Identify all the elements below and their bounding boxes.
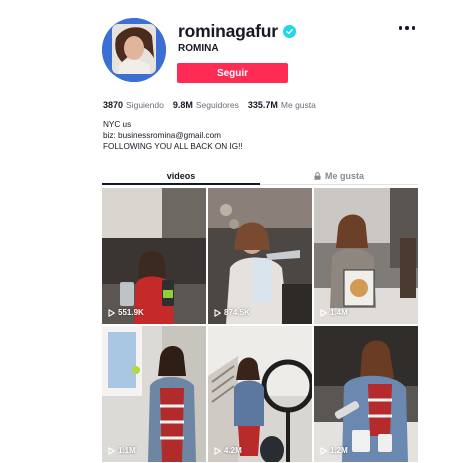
stat-value: 9.8M (172, 100, 193, 110)
view-count-text: 1.2M (330, 446, 348, 455)
video-thumbnail[interactable]: 1.4M (314, 188, 418, 324)
stat-label: Siguiendo (126, 100, 164, 110)
likes-count: 335.7M Me gusta (248, 100, 316, 110)
username: rominagafur (178, 21, 278, 41)
video-grid: 551.9K 874.5K 1.4M 1.1M 4.2M 1.2M (102, 188, 418, 462)
stat-value: 3870 (103, 100, 124, 110)
more-options-icon[interactable] (396, 22, 418, 34)
follow-button[interactable]: Seguir (177, 63, 288, 83)
avatar (102, 18, 166, 82)
view-count: 1.4M (320, 308, 348, 317)
video-thumbnail[interactable]: 551.9K (102, 188, 206, 324)
view-count-text: 874.5K (224, 308, 250, 317)
view-count-text: 1.1M (118, 446, 136, 455)
tab-label: Me gusta (324, 170, 364, 181)
view-count-text: 551.9K (118, 308, 144, 317)
profile-tabs: videos Me gusta (102, 167, 418, 185)
bio-line: biz: businessromina@gmail.com (103, 131, 221, 140)
play-icon (320, 446, 327, 455)
verified-badge-icon (282, 25, 296, 38)
tab-label: videos (166, 170, 196, 181)
view-count: 1.2M (320, 446, 348, 455)
bio-line: FOLLOWING YOU ALL BACK ON IG!! (103, 142, 243, 151)
display-name: ROMINA (178, 43, 219, 54)
tab-liked[interactable]: Me gusta (260, 167, 418, 184)
view-count-text: 4.2M (224, 446, 242, 455)
video-thumbnail[interactable]: 4.2M (208, 326, 312, 462)
stat-label: Seguidores (195, 100, 239, 110)
lock-icon (314, 171, 321, 180)
play-icon (108, 446, 115, 455)
stat-value: 335.7M (247, 100, 278, 110)
stat-label: Me gusta (280, 100, 316, 110)
video-thumbnail[interactable]: 1.2M (314, 326, 418, 462)
view-count: 551.9K (108, 308, 144, 317)
tab-videos[interactable]: videos (102, 167, 260, 185)
video-thumbnail[interactable]: 874.5K (208, 188, 312, 324)
play-icon (214, 308, 221, 317)
play-icon (320, 308, 327, 317)
profile-stats: 3870 Siguiendo 9.8M Seguidores 335.7M Me… (103, 100, 325, 110)
view-count: 4.2M (214, 446, 242, 455)
view-count: 1.1M (108, 446, 136, 455)
bio: NYC us biz: businessromina@gmail.com FOL… (103, 119, 243, 152)
play-icon (108, 308, 115, 317)
bio-line: NYC us (103, 120, 132, 129)
view-count-text: 1.4M (330, 308, 348, 317)
followers-count[interactable]: 9.8M Seguidores (173, 100, 239, 110)
view-count: 874.5K (214, 308, 250, 317)
video-thumbnail[interactable]: 1.1M (102, 326, 206, 462)
play-icon (214, 446, 221, 455)
following-count[interactable]: 3870 Siguiendo (103, 100, 164, 110)
